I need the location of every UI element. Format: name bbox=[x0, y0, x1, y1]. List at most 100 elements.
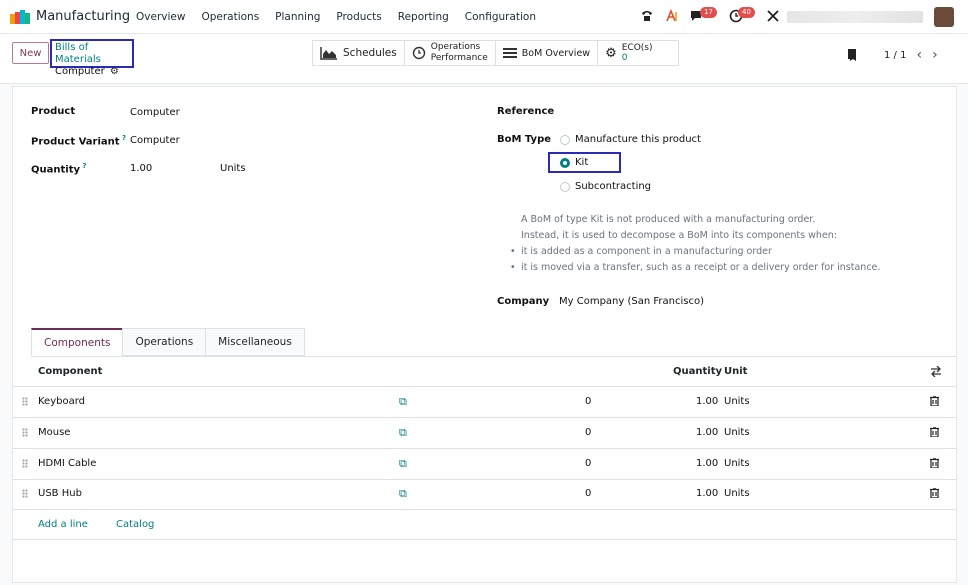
eco-button[interactable]: ⚙ ECO(s) 0 bbox=[598, 41, 678, 65]
app-name[interactable]: Manufacturing bbox=[36, 9, 130, 24]
menu-planning[interactable]: Planning bbox=[267, 11, 328, 23]
activities-button[interactable]: 40 bbox=[729, 7, 755, 26]
optional-columns-icon[interactable] bbox=[930, 366, 942, 377]
new-button[interactable]: New bbox=[12, 42, 49, 64]
breadcrumb: Bills of Materials Computer ⚙ bbox=[50, 39, 134, 77]
table-line bbox=[13, 479, 956, 480]
area-chart-icon bbox=[320, 46, 337, 60]
row-component[interactable]: USB Hub bbox=[38, 488, 82, 499]
row-count: 0 bbox=[585, 488, 592, 499]
row-count: 0 bbox=[585, 427, 592, 438]
operations-performance-label-2: Performance bbox=[430, 53, 488, 63]
trash-icon[interactable] bbox=[930, 427, 939, 437]
kit-note-line-2: Instead, it is used to decompose a BoM i… bbox=[521, 230, 837, 241]
menu-products[interactable]: Products bbox=[328, 11, 389, 23]
manufacturing-app-icon[interactable] bbox=[10, 10, 30, 24]
row-quantity[interactable]: 1.00 bbox=[696, 488, 718, 499]
operations-performance-button[interactable]: Operations Performance bbox=[405, 41, 496, 65]
chevron-right-icon[interactable]: › bbox=[932, 47, 938, 63]
radio-subcontracting[interactable] bbox=[560, 182, 570, 192]
external-link-icon[interactable]: ⧉ bbox=[399, 457, 407, 471]
row-count: 0 bbox=[585, 458, 592, 469]
messages-button[interactable]: 17 bbox=[690, 7, 717, 26]
row-component[interactable]: Mouse bbox=[38, 427, 70, 438]
menu-configuration[interactable]: Configuration bbox=[457, 11, 544, 23]
tab-miscellaneous[interactable]: Miscellaneous bbox=[205, 328, 305, 356]
radio-kit-label[interactable]: Kit bbox=[575, 157, 588, 168]
notebook-tabs: Components Operations Miscellaneous bbox=[31, 328, 305, 356]
bom-overview-button[interactable]: BoM Overview bbox=[496, 41, 599, 65]
tab-operations[interactable]: Operations bbox=[122, 328, 207, 356]
catalog-link[interactable]: Catalog bbox=[116, 519, 154, 530]
row-quantity[interactable]: 1.00 bbox=[696, 396, 718, 407]
row-count: 0 bbox=[585, 396, 592, 407]
chevron-left-icon[interactable]: ‹ bbox=[916, 47, 922, 63]
drag-handle-icon[interactable] bbox=[22, 428, 28, 437]
radio-manufacture-label[interactable]: Manufacture this product bbox=[575, 134, 701, 145]
bullet-icon: • bbox=[510, 262, 516, 273]
product-field[interactable]: Computer bbox=[130, 107, 180, 118]
company-field[interactable]: My Company (San Francisco) bbox=[559, 296, 704, 307]
radio-kit[interactable] bbox=[560, 158, 570, 168]
row-quantity[interactable]: 1.00 bbox=[696, 458, 718, 469]
control-panel: New Bills of Materials Computer ⚙ Schedu… bbox=[0, 34, 968, 84]
cogs-icon: ⚙ bbox=[605, 45, 617, 61]
phone-icon[interactable] bbox=[640, 9, 654, 23]
trash-icon[interactable] bbox=[930, 488, 939, 498]
product-variant-label: Product Variant ? bbox=[31, 134, 126, 147]
help-icon[interactable]: ? bbox=[120, 134, 126, 142]
bookmark-icon[interactable] bbox=[848, 49, 858, 61]
row-quantity[interactable]: 1.00 bbox=[696, 427, 718, 438]
menu-reporting[interactable]: Reporting bbox=[390, 11, 457, 23]
column-component[interactable]: Component bbox=[38, 366, 102, 377]
row-unit[interactable]: Units bbox=[724, 488, 750, 499]
kit-note-bullet-1: it is added as a component in a manufact… bbox=[521, 246, 772, 257]
product-variant-label-text: Product Variant bbox=[31, 136, 120, 148]
quantity-uom-field[interactable]: Units bbox=[220, 163, 246, 174]
eco-label-group: ECO(s) 0 bbox=[622, 43, 653, 63]
pager-value[interactable]: 1 / 1 bbox=[884, 50, 906, 61]
add-line-link[interactable]: Add a line bbox=[38, 519, 88, 530]
row-unit[interactable]: Units bbox=[724, 458, 750, 469]
column-quantity[interactable]: Quantity bbox=[673, 366, 722, 377]
product-variant-field[interactable]: Computer bbox=[130, 135, 180, 146]
operations-performance-label-1: Operations bbox=[430, 42, 481, 52]
row-unit[interactable]: Units bbox=[724, 427, 750, 438]
pager: 1 / 1 ‹ › bbox=[848, 47, 938, 63]
external-link-icon[interactable]: ⧉ bbox=[399, 487, 407, 501]
tab-components[interactable]: Components bbox=[31, 328, 124, 356]
drag-handle-icon[interactable] bbox=[22, 489, 28, 498]
drag-handle-icon[interactable] bbox=[22, 459, 28, 468]
company-label: Company bbox=[497, 296, 550, 307]
ai-icon[interactable] bbox=[665, 9, 679, 23]
drag-handle-icon[interactable] bbox=[22, 397, 28, 406]
column-unit[interactable]: Unit bbox=[724, 366, 747, 377]
eco-label: ECO(s) bbox=[621, 43, 653, 53]
row-component[interactable]: Keyboard bbox=[38, 396, 85, 407]
external-link-icon[interactable]: ⧉ bbox=[399, 395, 407, 409]
tools-icon[interactable] bbox=[766, 9, 780, 23]
external-link-icon[interactable]: ⧉ bbox=[399, 426, 407, 440]
breadcrumb-bills-of-materials[interactable]: Bills of Materials bbox=[55, 42, 129, 66]
reference-label: Reference bbox=[497, 106, 555, 117]
gear-icon[interactable]: ⚙ bbox=[110, 66, 119, 77]
radio-manufacture[interactable] bbox=[560, 135, 570, 145]
messages-badge: 17 bbox=[700, 7, 717, 18]
operations-performance-label: Operations Performance bbox=[431, 42, 488, 64]
help-icon[interactable]: ? bbox=[80, 162, 86, 170]
menu-overview[interactable]: Overview bbox=[128, 11, 193, 23]
quantity-field[interactable]: 1.00 bbox=[130, 163, 152, 174]
radio-subcontracting-label[interactable]: Subcontracting bbox=[575, 181, 651, 192]
user-avatar[interactable] bbox=[934, 7, 954, 27]
schedules-button[interactable]: Schedules bbox=[313, 41, 405, 65]
row-unit[interactable]: Units bbox=[724, 396, 750, 407]
row-component[interactable]: HDMI Cable bbox=[38, 458, 96, 469]
table-line bbox=[13, 417, 956, 418]
trash-icon[interactable] bbox=[930, 458, 939, 468]
menu-operations[interactable]: Operations bbox=[193, 11, 267, 23]
eco-count: 0 bbox=[621, 53, 628, 63]
table-line bbox=[13, 509, 956, 510]
tabs-divider bbox=[31, 356, 956, 357]
trash-icon[interactable] bbox=[930, 396, 939, 406]
clock-icon bbox=[412, 46, 425, 60]
